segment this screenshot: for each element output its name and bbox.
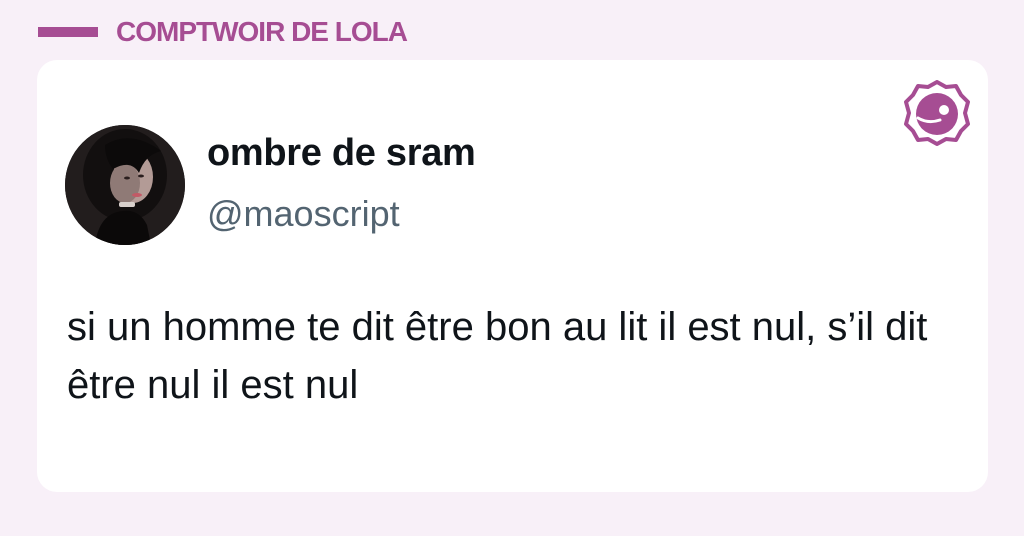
header-accent-bar [38, 27, 98, 37]
header-title: COMPTWOIR DE LOLA [116, 16, 408, 47]
tweet-text: si un homme te dit être bon au lit il es… [67, 305, 928, 407]
display-name[interactable]: ombre de sram [207, 132, 476, 175]
tweet-card: ombre de sram @maoscript si un homme te … [37, 60, 988, 492]
page-header: COMPTWOIR DE LOLA [38, 14, 408, 50]
avatar[interactable] [65, 125, 185, 245]
comptwoir-logo-icon [904, 80, 970, 146]
user-handle[interactable]: @maoscript [207, 193, 400, 235]
